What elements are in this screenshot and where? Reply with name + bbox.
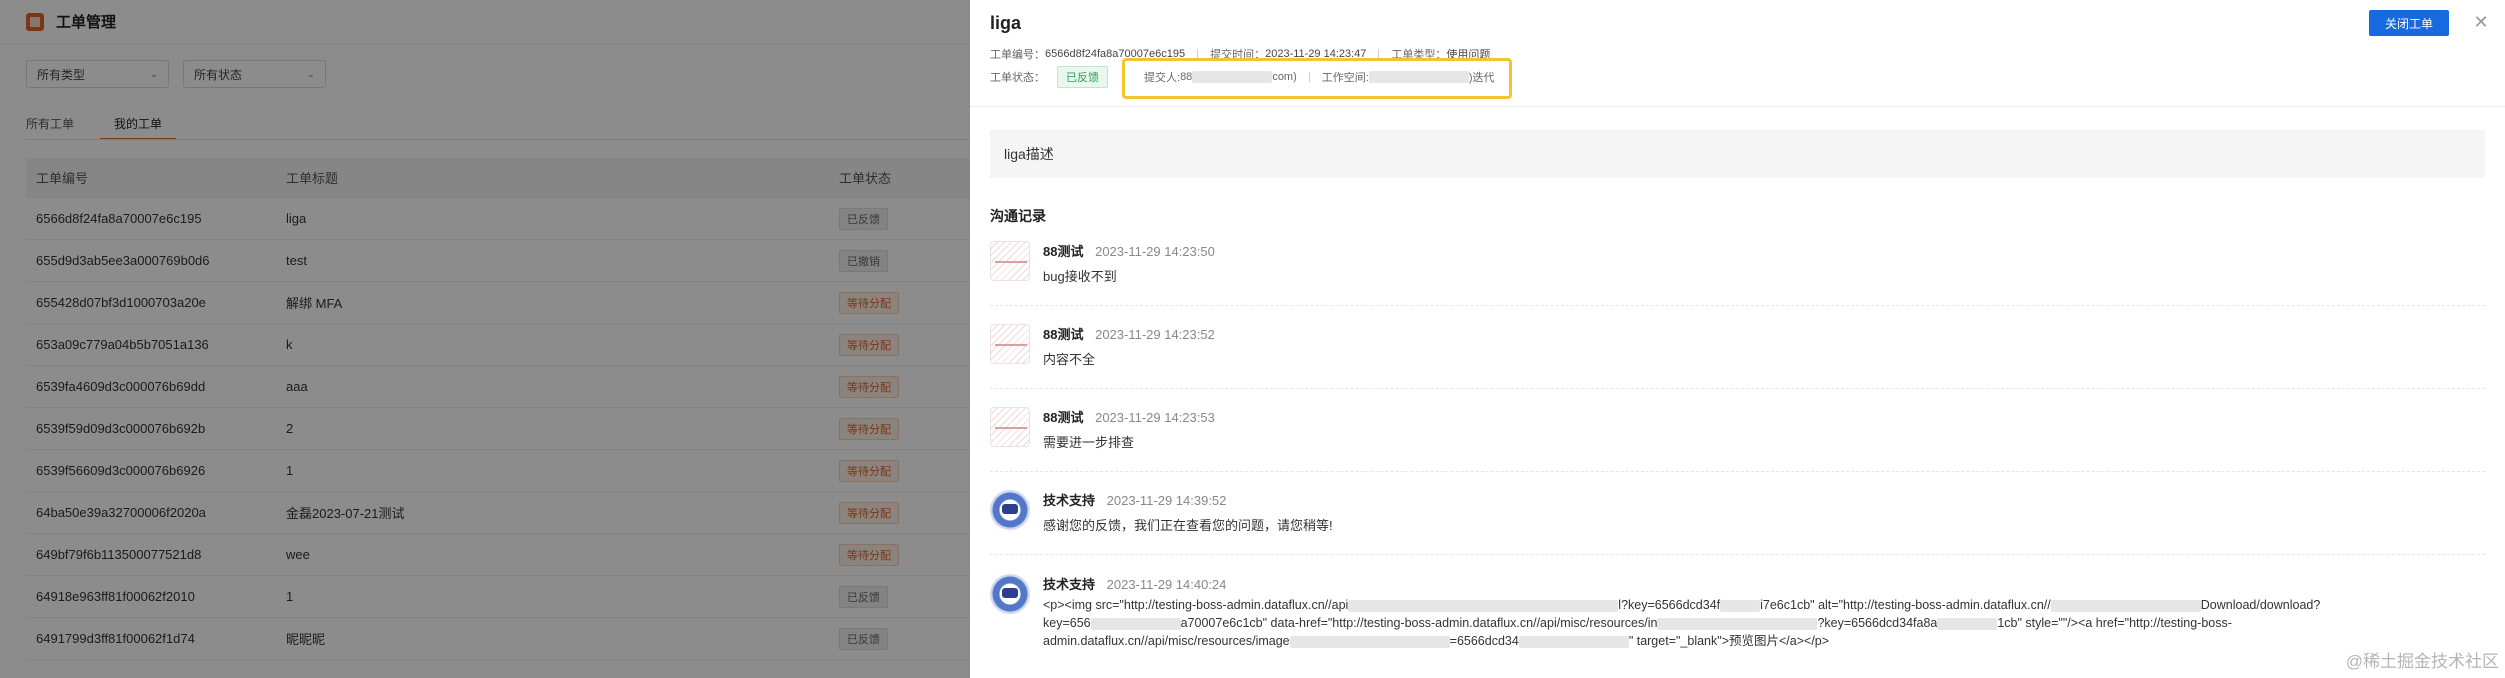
- message-fragment: admin.dataflux.cn//api/misc/resources/im…: [1043, 634, 1290, 648]
- communication-section-title: 沟通记录: [990, 208, 1046, 224]
- redacted-block: [1090, 617, 1181, 630]
- status-badge: 已反馈: [1057, 66, 1108, 88]
- message-html-text: <p><img src="http://testing-boss-admin.d…: [1043, 596, 2483, 650]
- message-fragment: 1cb" style=""/><a href="http://testing-b…: [1997, 616, 2232, 630]
- message-header: 技术支持 2023-11-29 14:39:52: [1043, 490, 1226, 509]
- message-author: 88测试: [1043, 244, 1084, 259]
- message-header: 88测试 2023-11-29 14:23:50: [1043, 241, 1215, 260]
- redacted-block: [1937, 617, 1998, 630]
- ticket-list-page: 工单管理 所有类型 ⌄ 所有状态 ⌄ 所有工单 我的工单 工单编号 工单标题 工…: [0, 0, 970, 678]
- message-text: 感谢您的反馈，我们正在查看您的问题，请您稍等!: [1043, 518, 1333, 533]
- user-avatar: [990, 241, 1030, 281]
- user-avatar: [990, 324, 1030, 364]
- message-header: 88测试 2023-11-29 14:23:52: [1043, 324, 1215, 343]
- close-ticket-button[interactable]: 关闭工单: [2368, 10, 2449, 36]
- message-time: 2023-11-29 14:23:52: [1095, 327, 1215, 342]
- message-time: 2023-11-29 14:23:53: [1095, 410, 1215, 425]
- message-author: 技术支持: [1043, 577, 1096, 592]
- message-fragment: a70007e6c1cb" data-href="http://testing-…: [1180, 616, 1658, 630]
- drawer-header-divider: [970, 106, 2505, 107]
- message-fragment: " target="_blank">预览图片</a></p>: [1628, 634, 1830, 648]
- message-time: 2023-11-29 14:39:52: [1106, 493, 1227, 508]
- message-fragment: =6566dcd34: [1449, 634, 1519, 648]
- user-avatar: [990, 407, 1030, 447]
- ticket-description: liga描述: [990, 130, 2485, 178]
- close-icon[interactable]: ✕: [2471, 12, 2491, 32]
- watermark-text: @稀土掘金技术社区: [2345, 652, 2499, 671]
- message-item: 88测试 2023-11-29 14:23:50 bug接收不到: [990, 241, 2485, 306]
- highlight-annotation-box: [1122, 58, 1512, 99]
- ticket-no-label: 工单编号：: [990, 49, 1045, 61]
- redacted-block: [1518, 635, 1629, 648]
- message-fragment: ?key=6566dcd34fa8a: [1817, 616, 1938, 630]
- message-fragment: l?key=6566dcd34f: [1618, 598, 1721, 612]
- support-avatar: [990, 490, 1030, 530]
- message-item: 88测试 2023-11-29 14:23:53 需要进一步排查: [990, 407, 2485, 472]
- message-time: 2023-11-29 14:40:24: [1106, 577, 1227, 592]
- description-text: liga描述: [1004, 146, 1054, 162]
- message-fragment: Download/download?: [2200, 598, 2321, 612]
- message-text: 需要进一步排查: [1043, 435, 1135, 450]
- support-avatar: [990, 574, 1030, 614]
- message-fragment: i7e6c1cb" alt="http://testing-boss-admin…: [1760, 598, 2051, 612]
- message-header: 技术支持 2023-11-29 14:40:24: [1043, 574, 1226, 593]
- message-item: 技术支持 2023-11-29 14:39:52 感谢您的反馈，我们正在查看您的…: [990, 490, 2485, 555]
- redacted-block: [1720, 599, 1761, 612]
- redacted-block: [2050, 599, 2201, 612]
- drawer-overlay[interactable]: [0, 0, 970, 678]
- message-time: 2023-11-29 14:23:50: [1095, 244, 1215, 259]
- message-item: 技术支持 2023-11-29 14:40:24 <p><img src="ht…: [990, 574, 2485, 678]
- status-label: 工单状态：: [990, 72, 1045, 84]
- message-author: 技术支持: [1043, 493, 1096, 508]
- ticket-detail-drawer: liga 关闭工单 ✕ 工单编号： 6566d8f24fa8a70007e6c1…: [970, 0, 2505, 678]
- message-text: 内容不全: [1043, 352, 1096, 367]
- message-item: 88测试 2023-11-29 14:23:52 内容不全: [990, 324, 2485, 389]
- redacted-block: [1348, 599, 1619, 612]
- drawer-title: liga: [990, 13, 1022, 33]
- message-author: 88测试: [1043, 327, 1084, 342]
- message-fragment: <p><img src="http://testing-boss-admin.d…: [1043, 598, 1349, 612]
- message-fragment: key=656: [1043, 616, 1091, 630]
- redacted-block: [1289, 635, 1450, 648]
- message-text: bug接收不到: [1043, 269, 1117, 284]
- redacted-block: [1657, 617, 1818, 630]
- message-author: 88测试: [1043, 410, 1084, 425]
- message-header: 88测试 2023-11-29 14:23:53: [1043, 407, 1215, 426]
